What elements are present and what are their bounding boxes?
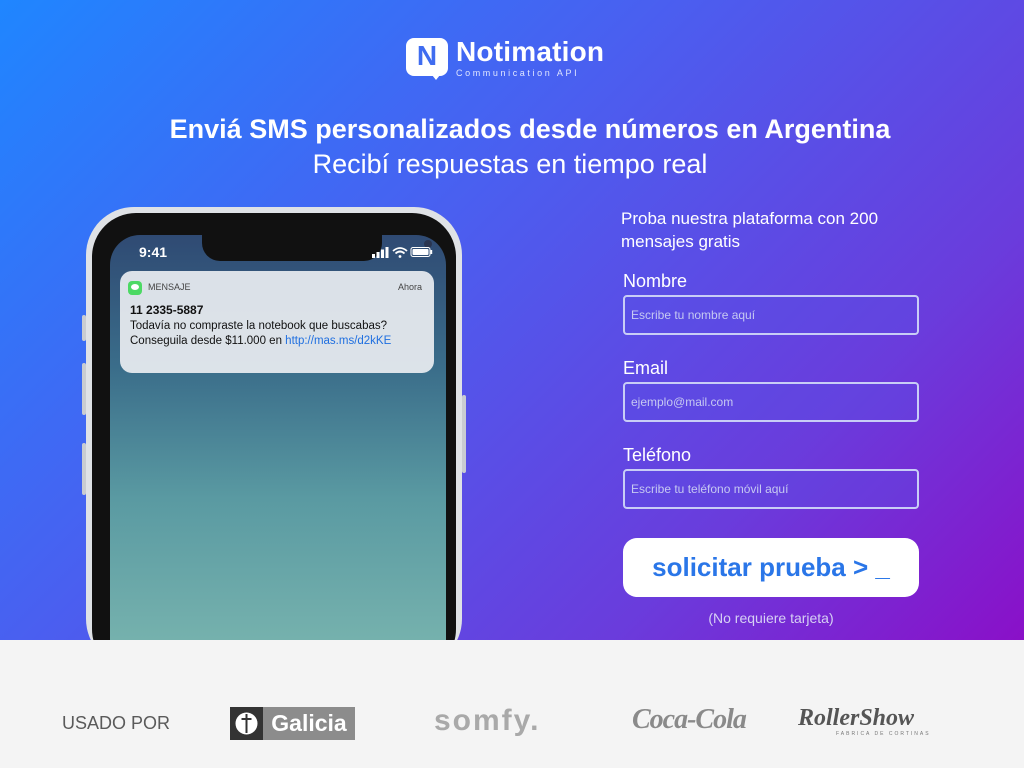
brand-tagline: Communication API [456,68,580,78]
email-label: Email [623,358,669,378]
wifi-icon [392,247,408,258]
phone-notch [202,235,432,261]
rollershow-subtitle: FABRICA DE CORTINAS [836,731,931,737]
email-input[interactable] [623,382,919,422]
rollershow-logo: RollerShow [798,705,915,731]
form-intro: Proba nuestra plataforma con 200 mensaje… [621,209,879,251]
hero-headline: Enviá SMS personalizados desde números e… [169,114,891,144]
notification-app-name: MENSAJE [148,282,191,292]
phone-mute-switch [82,315,86,341]
signal-icon [372,247,389,258]
messages-app-icon [128,281,142,295]
notification-line-1: Todavía no compraste la notebook que bus… [130,320,388,332]
phone-volume-down [82,443,86,495]
logo-letter: N [416,40,438,71]
hero-subheadline: Recibí respuestas en tiempo real [312,149,708,179]
phone-screen: 9:41 MENSAJE Ahora 11 2335-5887 Todavía … [110,235,446,640]
phone-volume-up [82,363,86,415]
name-input[interactable] [623,295,919,335]
name-label: Nombre [623,271,688,291]
notification-body: Todavía no compraste la notebook que bus… [130,319,430,349]
hero-section: N Notimation Communication API Enviá SMS… [0,0,1024,640]
used-by-label: USADO POR [62,713,171,733]
galicia-logo: Galicia [230,707,355,740]
notification-sender: 11 2335-5887 [130,303,204,317]
status-time: 9:41 [139,244,168,260]
galicia-emblem-icon [230,707,263,740]
notification-line-2: Conseguila desde $11.000 en [130,335,286,347]
coca-cola-logo: Coca-Cola [632,704,747,735]
brand-name: Notimation [456,36,605,67]
phone-mockup: 9:41 MENSAJE Ahora 11 2335-5887 Todavía … [82,207,466,640]
phone-bezel: 9:41 MENSAJE Ahora 11 2335-5887 Todavía … [92,213,456,640]
galicia-wordmark: Galicia [263,707,355,740]
battery-icon [410,247,433,257]
sms-notification[interactable]: MENSAJE Ahora 11 2335-5887 Todavía no co… [120,271,434,373]
no-card-note: (No requiere tarjeta) [708,610,834,626]
notification-link[interactable]: http://mas.ms/d2kKE [285,335,391,347]
logo-mark-icon: N [406,38,448,80]
somfy-logo: somfy. [434,704,541,737]
notification-time: Ahora [397,282,422,292]
request-trial-button[interactable]: solicitar prueba > _ [623,538,919,597]
phone-label: Teléfono [623,445,692,465]
phone-power-button [462,395,466,473]
phone-input[interactable] [623,469,919,509]
status-icons [372,247,433,258]
notimation-logo[interactable]: N Notimation Communication API [406,36,626,80]
